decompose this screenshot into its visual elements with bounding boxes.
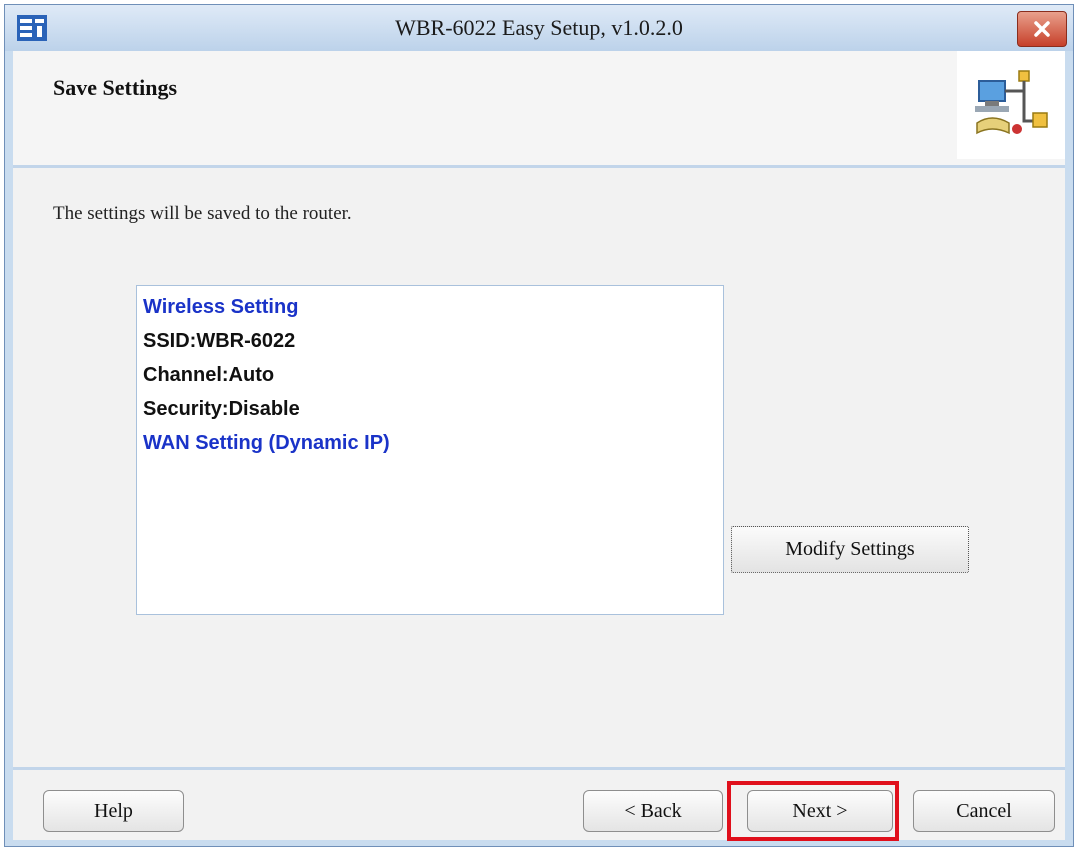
summary-line-ssid: SSID:WBR-6022 bbox=[143, 330, 296, 352]
title-bar[interactable]: WBR-6022 Easy Setup, v1.0.2.0 bbox=[5, 5, 1073, 51]
summary-line-wan-setting: WAN Setting (Dynamic IP) bbox=[143, 432, 390, 454]
setup-window: WBR-6022 Easy Setup, v1.0.2.0 Save Setti… bbox=[4, 4, 1074, 847]
page-title: Save Settings bbox=[53, 75, 178, 100]
header-divider bbox=[13, 165, 1065, 168]
help-button[interactable]: Help bbox=[43, 790, 184, 832]
page-description: The settings will be saved to the router… bbox=[53, 203, 352, 224]
cancel-button[interactable]: Cancel bbox=[913, 790, 1055, 832]
close-icon bbox=[1034, 21, 1050, 37]
back-button[interactable]: < Back bbox=[583, 790, 723, 832]
app-logo-icon bbox=[17, 15, 47, 41]
next-button[interactable]: Next > bbox=[747, 790, 893, 832]
close-button[interactable] bbox=[1017, 11, 1067, 47]
modify-settings-button[interactable]: Modify Settings bbox=[731, 526, 969, 573]
summary-line-wireless-setting: Wireless Setting bbox=[143, 296, 299, 318]
page-header: Save Settings bbox=[13, 51, 1065, 165]
summary-line-channel: Channel:Auto bbox=[143, 364, 275, 386]
window-title: WBR-6022 Easy Setup, v1.0.2.0 bbox=[395, 15, 683, 40]
header-icon-box bbox=[957, 51, 1065, 159]
network-setup-icon bbox=[975, 70, 1048, 135]
wizard-content: Save Settings The settings will be saved… bbox=[13, 51, 1065, 841]
settings-summary-box: Wireless Setting SSID:WBR-6022 Channel:A… bbox=[136, 285, 724, 615]
summary-line-security: Security:Disable bbox=[143, 398, 300, 420]
footer-divider bbox=[13, 767, 1065, 770]
